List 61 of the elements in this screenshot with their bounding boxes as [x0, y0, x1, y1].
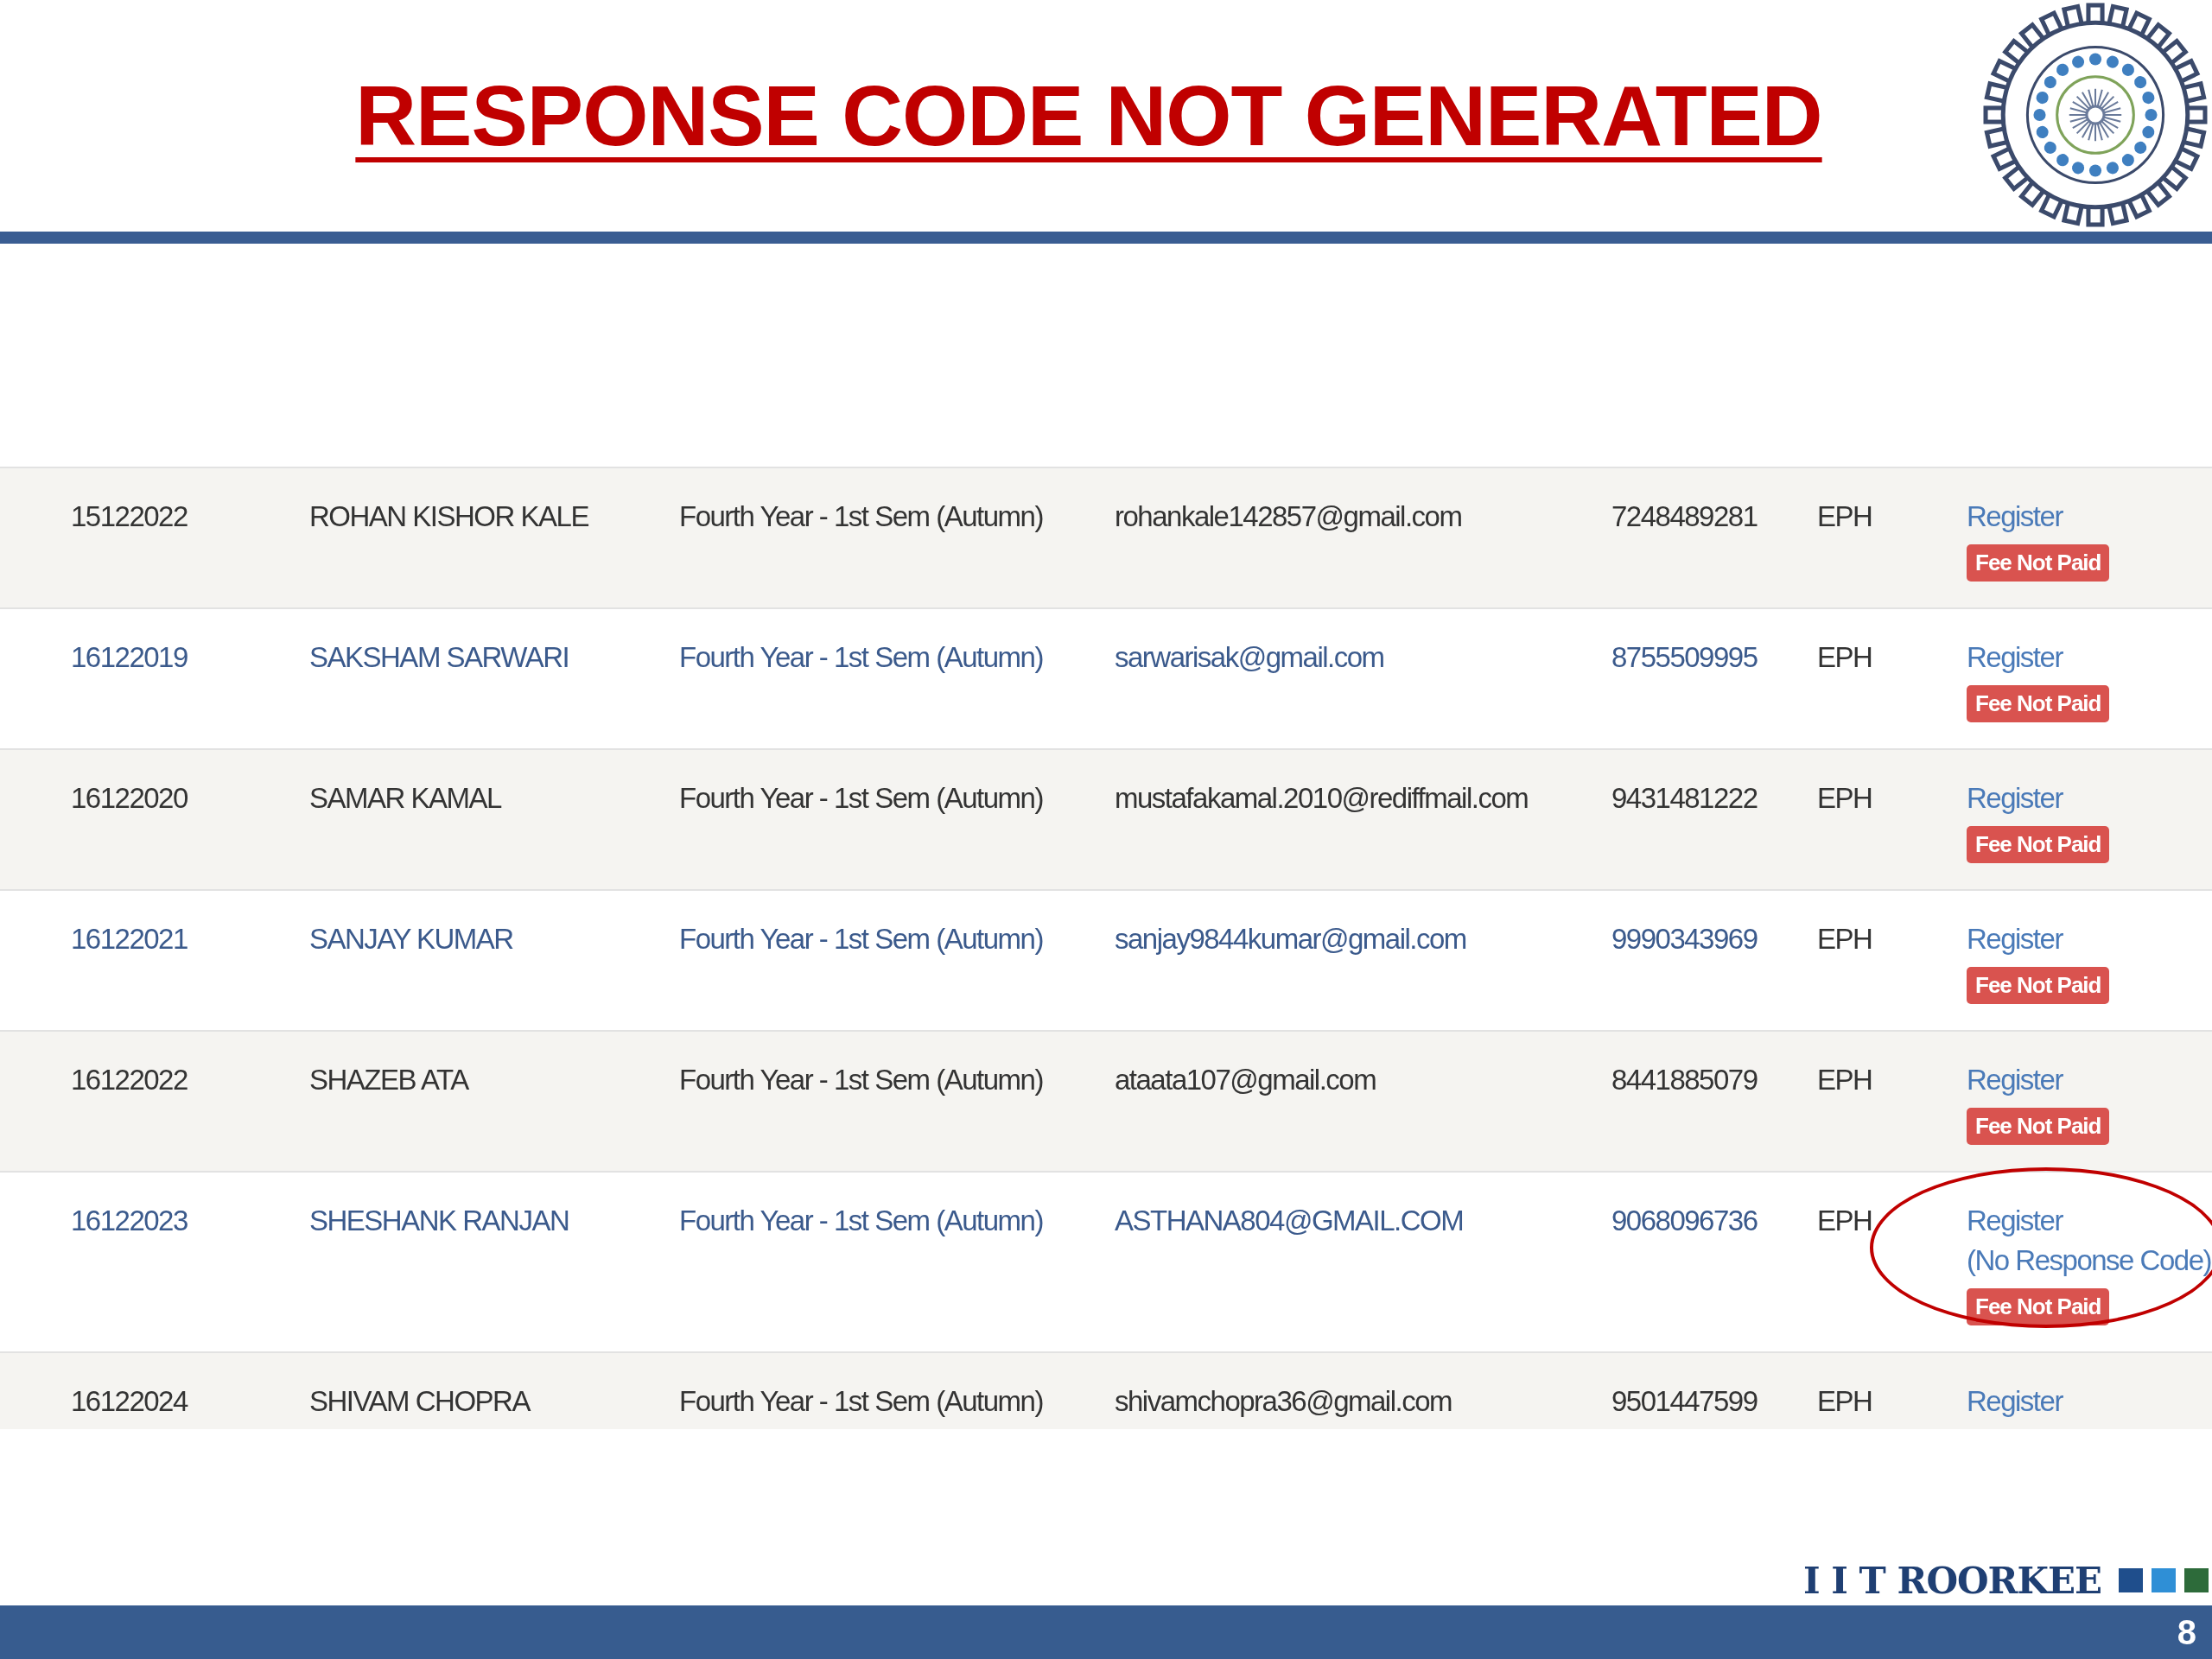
page-number: 8 [2177, 1612, 2196, 1652]
phone-cell-text: 9068096736 [1611, 1204, 1758, 1238]
email-cell-text: ASTHANA804@GMAIL.COM [1115, 1204, 1465, 1238]
fee-status-badge: Fee Not Paid [1967, 967, 2110, 1004]
student-name-cell-text: SAMAR KAMAL [309, 781, 503, 816]
department-cell-text: EPH [1817, 1384, 1873, 1419]
register-link[interactable]: Register [1967, 1063, 2063, 1097]
roll-number-cell-text: 16122022 [71, 1063, 188, 1097]
register-link[interactable]: Register [1967, 781, 2063, 816]
fee-status-badge: Fee Not Paid [1967, 544, 2110, 582]
semester-cell-text: Fourth Year - 1st Sem (Autumn) [679, 1384, 1044, 1419]
register-link[interactable]: Register [1967, 922, 2063, 957]
register-link[interactable]: Register [1967, 1204, 2063, 1238]
roll-number-cell-text: 16122024 [71, 1384, 189, 1419]
email-cell-text: ataata107@gmail.com [1115, 1063, 1377, 1097]
fee-status-badge: Fee Not Paid [1967, 1288, 2110, 1325]
slide-title: RESPONSE CODE NOT GENERATED [355, 67, 1822, 165]
register-link[interactable]: Register [1967, 640, 2063, 675]
semester-cell-text: Fourth Year - 1st Sem (Autumn) [679, 499, 1044, 534]
fee-status-badge: Fee Not Paid [1967, 1108, 2110, 1145]
email-cell-text: shivamchopra36@gmail.com [1115, 1384, 1452, 1419]
gear-emblem-icon [1982, 2, 2209, 228]
email-cell-text: rohankale142857@gmail.com [1115, 499, 1463, 534]
department-cell-text: EPH [1817, 640, 1873, 675]
email-cell-text: sarwarisak@gmail.com [1115, 640, 1385, 675]
register-link[interactable]: Register [1967, 499, 2063, 534]
student-name-cell-text: SANJAY KUMAR [309, 922, 514, 957]
student-name-cell-text: SHESHANK RANJAN [309, 1204, 570, 1238]
semester-cell-text: Fourth Year - 1st Sem (Autumn) [679, 640, 1044, 675]
roll-number-cell-text: 16122019 [71, 640, 188, 675]
student-name-cell-text: SHIVAM CHOPRA [309, 1384, 531, 1419]
footer-brand: I I T ROORKEE [1803, 1559, 2101, 1602]
student-name-cell-text: SAKSHAM SARWARI [309, 640, 570, 675]
department-cell-text: EPH [1817, 1063, 1873, 1097]
phone-cell-text: 9990343969 [1611, 922, 1758, 957]
semester-cell-text: Fourth Year - 1st Sem (Autumn) [679, 922, 1044, 957]
phone-cell-text: 7248489281 [1611, 499, 1758, 534]
phone-cell-text: 9501447599 [1611, 1384, 1758, 1419]
semester-cell-text: Fourth Year - 1st Sem (Autumn) [679, 1063, 1044, 1097]
student-name-cell-text: SHAZEB ATA [309, 1063, 470, 1097]
department-cell-text: EPH [1817, 781, 1873, 816]
fee-status-badge: Fee Not Paid [1967, 685, 2110, 722]
email-cell-text: sanjay9844kumar@gmail.com [1115, 922, 1467, 957]
fee-status-badge: Fee Not Paid [1967, 826, 2110, 863]
response-code-note: (No Response Code) [1967, 1243, 2211, 1278]
semester-cell-text: Fourth Year - 1st Sem (Autumn) [679, 1204, 1044, 1238]
phone-cell-text: 8755509995 [1611, 640, 1758, 675]
email-cell-text: mustafakamal.2010@rediffmail.com [1115, 781, 1529, 816]
roll-number-cell-text: 16122023 [71, 1204, 188, 1238]
semester-cell-text: Fourth Year - 1st Sem (Autumn) [679, 781, 1044, 816]
squares-icon [2119, 1568, 2209, 1592]
register-link[interactable]: Register [1967, 1384, 2063, 1419]
phone-cell-text: 8441885079 [1611, 1063, 1758, 1097]
roll-number-cell-text: 15122022 [71, 499, 188, 534]
roll-number-cell-text: 16122020 [71, 781, 188, 816]
roll-number-cell-text: 16122021 [71, 922, 188, 957]
department-cell-text: EPH [1817, 922, 1873, 957]
student-name-cell-text: ROHAN KISHOR KALE [309, 499, 589, 534]
department-cell-text: EPH [1817, 1204, 1873, 1238]
phone-cell-text: 9431481222 [1611, 781, 1758, 816]
department-cell-text: EPH [1817, 499, 1873, 534]
